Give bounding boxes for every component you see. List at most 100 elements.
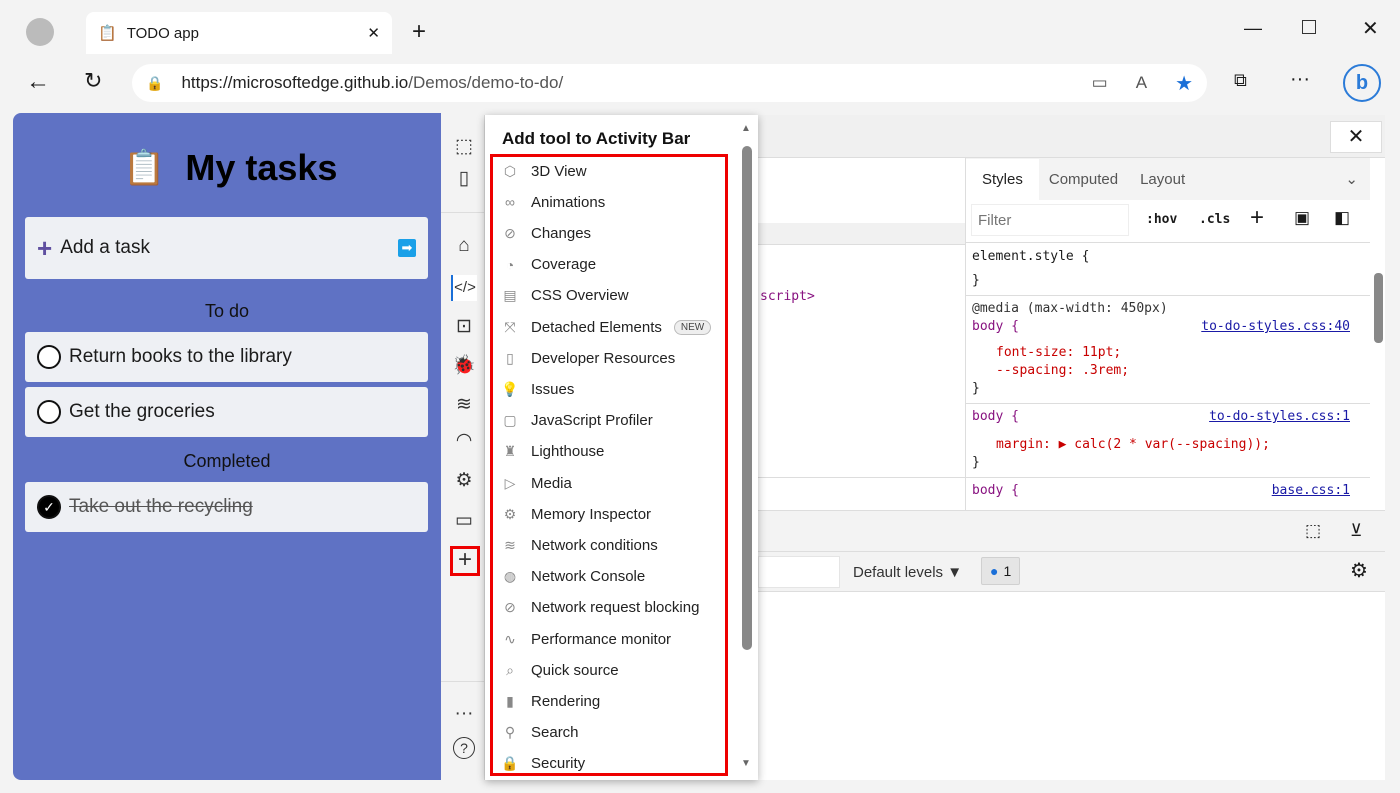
new-tab-button[interactable]: +	[412, 18, 426, 46]
read-aloud-icon[interactable]: A	[1136, 73, 1147, 93]
close-devtools-button[interactable]: ✕	[1330, 121, 1382, 153]
dock-icon[interactable]: ⬚	[1305, 521, 1321, 541]
styles-filter-input[interactable]	[971, 204, 1129, 236]
help-icon[interactable]: ?	[453, 737, 475, 759]
task-item[interactable]: ✓ Take out the recycling	[25, 482, 428, 532]
popup-item-3d-view[interactable]: ⬡ 3D View	[501, 159, 587, 183]
profile-avatar[interactable]	[26, 18, 54, 46]
refresh-button[interactable]: ↻	[84, 68, 102, 94]
application-icon[interactable]: ▭	[451, 509, 477, 535]
source-link[interactable]: base.css:1	[1272, 483, 1350, 498]
more-tools-icon[interactable]: ···	[451, 703, 477, 729]
task-label: Get the groceries	[69, 401, 215, 422]
hov-button[interactable]: :hov	[1146, 212, 1177, 227]
popup-item-performance-monitor[interactable]: ∿ Performance monitor	[501, 627, 671, 651]
tab-styles[interactable]: Styles	[966, 158, 1039, 200]
popup-item-memory-inspector[interactable]: ⚙ Memory Inspector	[501, 502, 651, 526]
new-rule-plus-icon[interactable]: +	[1250, 204, 1264, 232]
task-checkbox[interactable]	[37, 400, 61, 424]
popup-item-developer-resources[interactable]: ▯ Developer Resources	[501, 346, 675, 370]
cube-icon: ⬡	[503, 162, 517, 179]
popup-item-rendering[interactable]: ▮ Rendering	[501, 689, 600, 713]
paint-icon[interactable]: ▣	[1294, 208, 1310, 228]
cls-button[interactable]: .cls	[1199, 212, 1230, 227]
css-property[interactable]: font-size: 11pt;	[996, 345, 1121, 360]
toggle-sidebar-icon[interactable]: ◧	[1334, 208, 1350, 228]
popup-item-media[interactable]: ▷ Media	[501, 471, 572, 495]
changes-icon: ⊘	[504, 224, 516, 241]
source-link[interactable]: to-do-styles.css:1	[1209, 409, 1350, 424]
popup-title: Add tool to Activity Bar	[502, 129, 691, 148]
activity-bar: ⬚ ▯ ⌂ </> ⊡ 🐞 ≋ ◠ ⚙ ▭ + ··· ?	[441, 115, 485, 780]
popup-item-search[interactable]: ⚲ Search	[501, 721, 579, 745]
favorite-star-icon[interactable]: ★	[1175, 71, 1193, 96]
chevron-down-icon[interactable]: ⌄	[1345, 170, 1358, 188]
task-checkbox[interactable]	[37, 345, 61, 369]
styles-scrollbar[interactable]	[1374, 273, 1383, 343]
tab-layout[interactable]: Layout	[1128, 159, 1197, 200]
bing-icon[interactable]: b	[1343, 64, 1381, 102]
console-filter-input[interactable]	[758, 556, 840, 588]
popup-item-lighthouse[interactable]: ♜ Lighthouse	[501, 440, 605, 464]
url-path: /Demos/demo-to-do/	[408, 73, 564, 92]
popup-item-network-conditions[interactable]: ≋ Network conditions	[501, 533, 658, 557]
performance-gauge-icon[interactable]: ◠	[451, 429, 477, 455]
memory-chip-icon[interactable]: ⚙	[451, 469, 477, 495]
popup-item-detached-elements[interactable]: ⤧ Detached Elements NEW	[501, 315, 712, 339]
more-menu-icon[interactable]: ···	[1290, 68, 1310, 91]
network-wifi-icon[interactable]: ≋	[451, 393, 477, 419]
css-property[interactable]: --spacing: .3rem;	[996, 363, 1129, 378]
popup-item-css-overview[interactable]: ▤ CSS Overview	[501, 284, 628, 308]
memory-icon: ⚙	[503, 505, 517, 522]
scroll-down-arrow[interactable]: ▼	[741, 758, 751, 769]
popup-item-javascript-profiler[interactable]: ▢ JavaScript Profiler	[501, 409, 653, 433]
todo-app: 📋 My tasks + Add a task ➡ To do Return book…	[13, 113, 441, 780]
popup-item-network-request-blocking[interactable]: ⊘ Network request blocking	[501, 596, 699, 620]
console-settings-gear-icon[interactable]: ⚙	[1350, 558, 1368, 583]
plus-icon: +	[37, 232, 53, 263]
elements-dom-snippet: script>	[760, 289, 815, 304]
close-tab-icon[interactable]: ✕	[367, 24, 380, 42]
tab-computed[interactable]: Computed	[1039, 159, 1128, 200]
task-item[interactable]: Return books to the library	[25, 332, 428, 382]
device-emulation-icon[interactable]: ▯	[451, 167, 477, 193]
add-tool-plus-icon[interactable]: +	[450, 546, 480, 576]
browser-tab[interactable]: 📋 TODO app ✕	[86, 12, 392, 54]
lock-icon: 🔒	[146, 74, 164, 91]
popup-item-coverage[interactable]: ◔ Coverage	[501, 253, 596, 277]
issues-counter[interactable]: ● 1	[981, 557, 1021, 585]
close-window-button[interactable]: ✕	[1362, 16, 1379, 41]
back-button[interactable]: ←	[26, 68, 50, 96]
css-property[interactable]: margin: ▶ calc(2 * var(--spacing));	[996, 437, 1270, 452]
checked-icon[interactable]: ✓	[37, 495, 61, 519]
quick-source-icon: ⌕	[506, 661, 514, 678]
console-icon[interactable]: ⊡	[451, 315, 477, 341]
log-levels-dropdown[interactable]: Default levels ▼	[853, 564, 962, 581]
source-link[interactable]: to-do-styles.css:40	[1201, 319, 1350, 334]
popup-scrollbar[interactable]	[742, 146, 752, 650]
popup-item-changes[interactable]: ⊘ Changes	[501, 221, 591, 245]
task-item[interactable]: Get the groceries	[25, 387, 428, 437]
maximize-button[interactable]	[1302, 20, 1316, 34]
inspect-icon[interactable]: ⬚	[451, 135, 477, 161]
popup-item-security[interactable]: 🔒 Security	[501, 752, 585, 776]
address-bar[interactable]: 🔒 https://microsoftedge.github.io/Demos/d…	[132, 64, 1207, 102]
close-drawer-icon[interactable]: ⊻	[1350, 521, 1362, 541]
popup-item-network-console[interactable]: ◍ Network Console	[501, 565, 645, 589]
item-label: Memory Inspector	[531, 505, 652, 523]
app-available-icon[interactable]: ▭	[1092, 73, 1108, 93]
item-label: JavaScript Profiler	[531, 412, 653, 430]
add-task-input[interactable]: + Add a task ➡	[25, 217, 428, 279]
welcome-home-icon[interactable]: ⌂	[451, 235, 477, 261]
item-label: Detached Elements	[531, 318, 662, 336]
submit-arrow-icon[interactable]: ➡	[398, 239, 416, 257]
sources-bug-icon[interactable]: 🐞	[451, 353, 477, 379]
minimize-button[interactable]: —	[1244, 18, 1262, 39]
clipboard-icon: 📋	[98, 25, 117, 42]
popup-item-animations[interactable]: ∞ Animations	[501, 190, 605, 214]
popup-item-issues[interactable]: 💡 Issues	[501, 377, 574, 401]
collections-icon[interactable]: ⧉	[1234, 70, 1247, 91]
popup-item-quick-source[interactable]: ⌕ Quick source	[501, 658, 618, 682]
elements-icon[interactable]: </>	[451, 275, 477, 301]
scroll-up-arrow[interactable]: ▲	[741, 123, 751, 134]
